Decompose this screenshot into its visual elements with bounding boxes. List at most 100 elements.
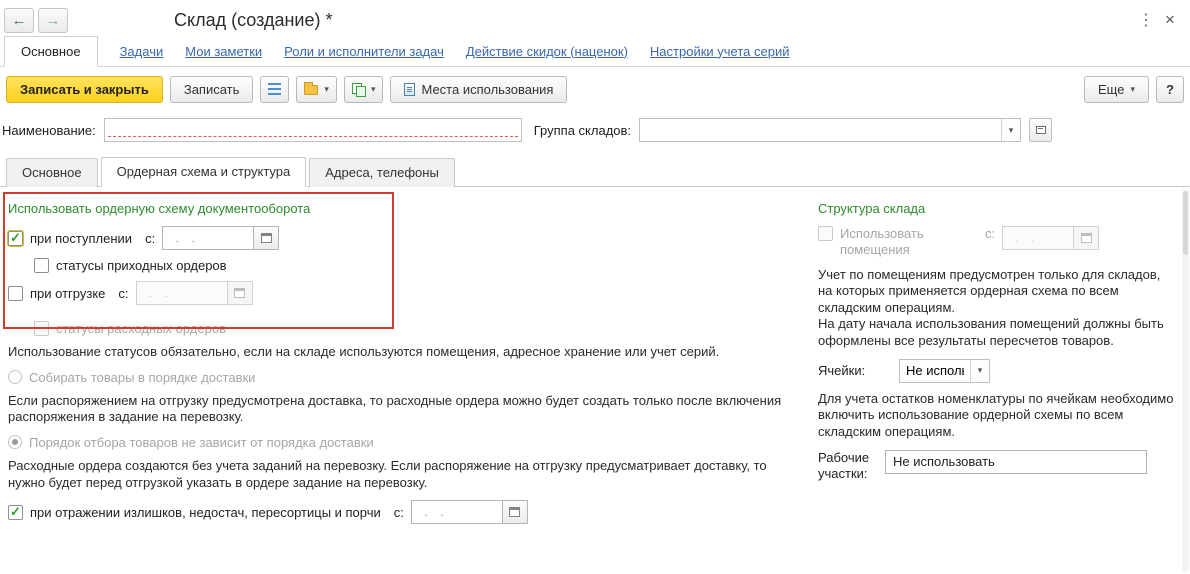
cells-dropdown-button[interactable]: ▾ [970,360,989,382]
more-button[interactable]: Еще ▾ [1084,76,1149,103]
receipt-statuses-label: статусы приходных ордеров [56,258,227,273]
copy-dropdown-button[interactable]: ▾ [344,76,384,103]
titlebar: ← → Склад (создание) * ⋮ × [0,0,1190,36]
surplus-date-input[interactable] [411,500,503,524]
tab-order-scheme[interactable]: Ордерная схема и структура [101,157,307,187]
shipment-statuses-label: статусы расходных ордеров [56,321,226,336]
shipment-statuses-row: статусы расходных ордеров [34,321,806,336]
receipt-checkbox[interactable]: ✓ [8,231,23,246]
pick-order-note: Расходные ордера создаются без учета зад… [8,458,792,491]
create-group-dropdown-button[interactable]: ▾ [296,76,337,103]
copy-icon [352,83,365,96]
forward-arrow-icon: → [46,13,61,28]
warehouse-structure-section: Структура склада Использовать помещения … [806,195,1178,574]
premises-date-group [1002,226,1099,250]
more-label: Еще [1098,82,1124,97]
save-and-close-button[interactable]: Записать и закрыть [6,76,163,103]
folder-icon [304,85,318,95]
usage-places-button[interactable]: Места использования [390,76,567,103]
statuses-note: Использование статусов обязательно, если… [8,344,792,361]
use-premises-row: Использовать помещения с: [818,226,1178,259]
section-link-task-roles[interactable]: Роли и исполнители задач [284,36,444,66]
section-nav: Основное Задачи Мои заметки Роли и испол… [0,36,1190,67]
group-combo: ▾ [639,118,1021,142]
surplus-checkbox[interactable]: ✓ [8,505,23,520]
scrollbar-thumb[interactable] [1183,191,1188,255]
save-button[interactable]: Записать [170,76,254,103]
warehouse-create-window: ← → Склад (создание) * ⋮ × Основное Зада… [0,0,1190,574]
vertical-scrollbar[interactable] [1182,189,1189,572]
caret-down-icon: ▾ [324,85,329,94]
pick-order-row: Порядок отбора товаров не зависит от пор… [8,435,806,450]
check-icon: ✓ [10,505,21,518]
tab-addresses[interactable]: Адреса, телефоны [309,158,455,187]
surplus-label: при отражении излишков, недостач, пересо… [30,505,381,520]
shipment-from-label: с: [118,286,128,301]
shipment-date-input [136,281,228,305]
surplus-calendar-button[interactable] [503,500,528,524]
work-areas-row: Рабочие участки: [818,450,1178,483]
section-link-discounts[interactable]: Действие скидок (наценок) [466,36,628,66]
open-list-icon [1036,126,1046,134]
group-open-button[interactable] [1029,118,1052,142]
pick-order-radio-label: Порядок отбора товаров не зависит от пор… [29,435,374,450]
page-title: Склад (создание) * [174,10,332,31]
surplus-from-label: с: [394,505,404,520]
surplus-date-group [411,500,528,524]
section-link-my-notes[interactable]: Мои заметки [185,36,262,66]
list-icon [268,83,281,95]
receipt-row: ✓ при поступлении с: [8,226,806,250]
close-icon: × [1165,10,1175,29]
use-premises-checkbox [818,226,833,241]
cells-input[interactable] [900,360,970,382]
receipt-statuses-row: статусы приходных ордеров [34,258,806,273]
section-link-tasks[interactable]: Задачи [120,36,164,66]
name-input[interactable] [104,118,522,142]
caret-down-icon: ▾ [1130,85,1135,94]
close-button[interactable]: × [1158,8,1182,32]
receipt-statuses-checkbox[interactable] [34,258,49,273]
premises-date-input [1002,226,1074,250]
receipt-label: при поступлении [30,231,132,246]
usage-places-label: Места использования [421,82,553,97]
back-button[interactable]: ← [4,8,34,33]
shipment-checkbox[interactable] [8,286,23,301]
check-icon: ✓ [10,231,21,244]
shipment-label: при отгрузке [30,286,105,301]
work-areas-input[interactable] [885,450,1147,474]
receipt-date-input[interactable] [162,226,254,250]
receipt-date-group [162,226,279,250]
cells-combo: ▾ [899,359,990,383]
shipment-statuses-checkbox [34,321,49,336]
tab-content: Использовать ордерную схему документообо… [0,187,1190,574]
premises-note: Учет по помещениям предусмотрен только д… [818,267,1174,350]
delivery-order-row: Собирать товары в порядке доставки [8,370,806,385]
section-link-series-settings[interactable]: Настройки учета серий [650,36,790,66]
shipment-calendar-button [228,281,253,305]
forward-button[interactable]: → [38,8,68,33]
group-input[interactable] [640,119,1001,141]
group-label: Группа складов: [534,123,631,138]
caret-down-icon: ▾ [371,85,376,94]
delivery-note: Если распоряжением на отгрузку предусмот… [8,393,792,426]
back-arrow-icon: ← [12,13,27,28]
delivery-order-radio-label: Собирать товары в порядке доставки [29,370,255,385]
cells-label: Ячейки: [818,363,892,378]
tab-main[interactable]: Основное [6,158,98,187]
window-menu-button[interactable]: ⋮ [1134,8,1158,32]
cells-row: Ячейки: ▾ [818,359,1178,383]
menu-dots-icon: ⋮ [1138,12,1154,29]
receipt-from-label: с: [145,231,155,246]
help-button[interactable]: ? [1156,76,1184,103]
caret-down-icon: ▾ [978,366,983,375]
delivery-order-radio [8,370,22,384]
surplus-row: ✓ при отражении излишков, недостач, пере… [8,500,806,524]
group-dropdown-button[interactable]: ▾ [1001,119,1020,141]
name-label: Наименование: [2,123,96,138]
receipt-calendar-button[interactable] [254,226,279,250]
premises-calendar-button [1074,226,1099,250]
section-tab-main[interactable]: Основное [4,36,98,67]
list-view-button[interactable] [260,76,289,103]
order-scheme-title: Использовать ордерную схему документообо… [8,201,806,216]
cells-note: Для учета остатков номенклатуры по ячейк… [818,391,1174,441]
